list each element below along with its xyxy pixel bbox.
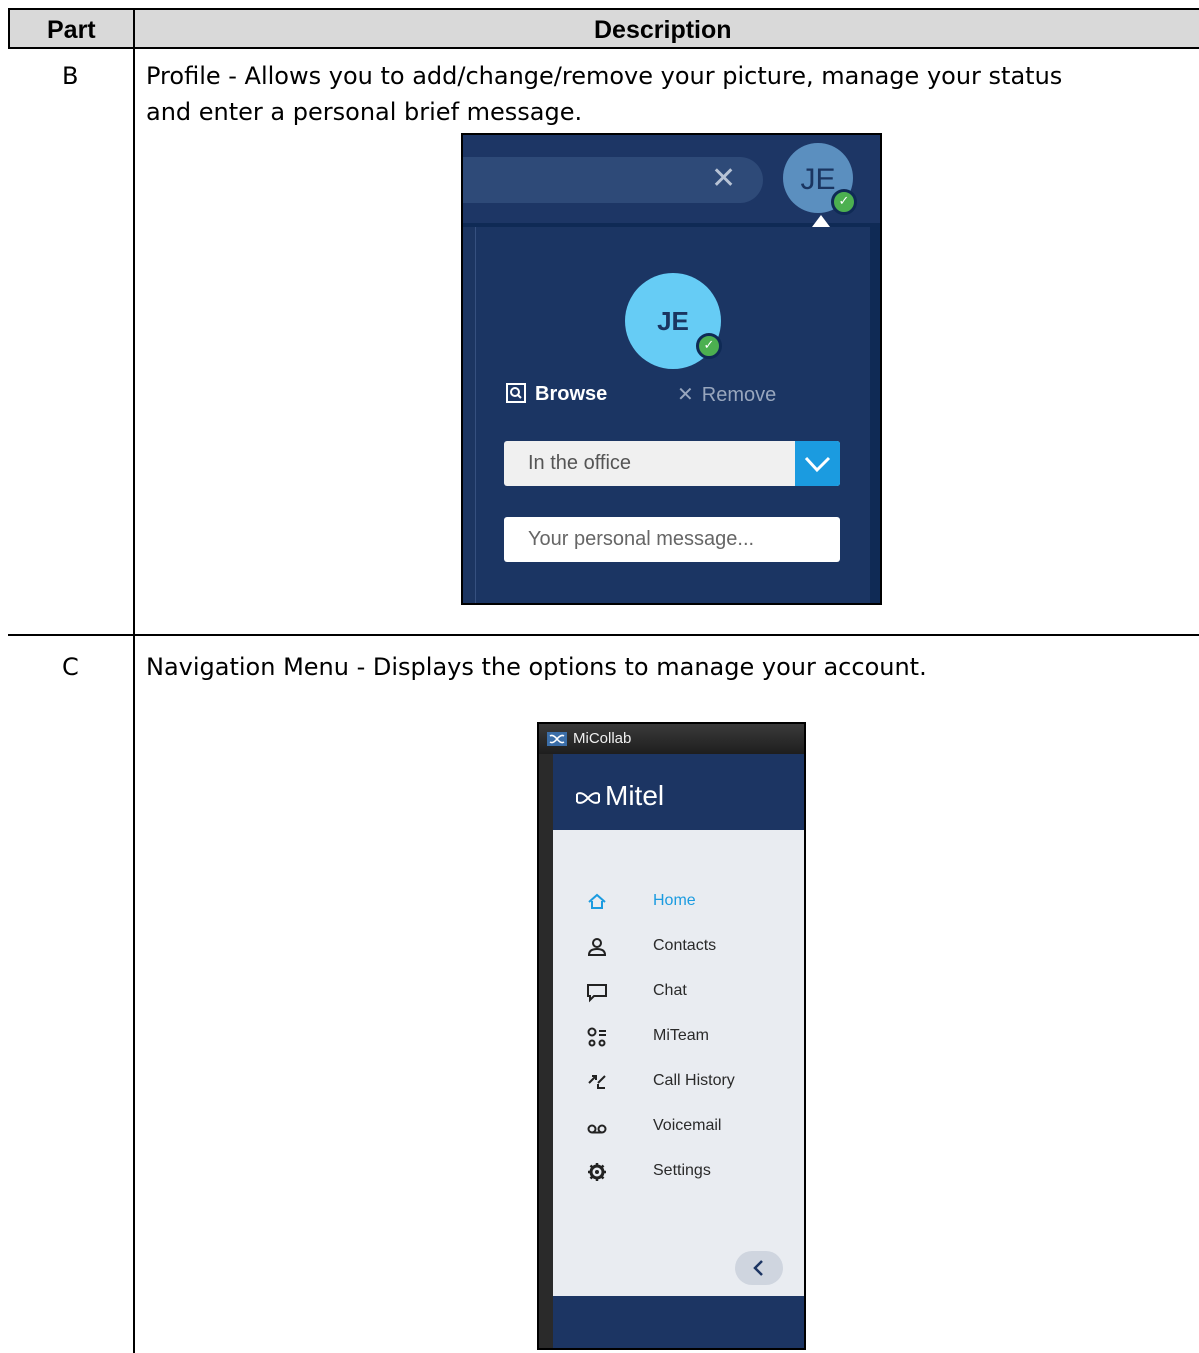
chat-icon <box>587 984 607 1003</box>
nav-item-label: Voicemail <box>653 1117 722 1134</box>
personal-message-input[interactable]: Your personal message... <box>504 517 840 562</box>
settings-icon <box>588 1163 606 1181</box>
logo-text: Mitel <box>605 780 665 811</box>
row-b-part: B <box>62 62 79 90</box>
status-select[interactable]: In the office <box>504 441 840 486</box>
window-titlebar: MiCollab <box>539 724 804 754</box>
table-border-left <box>8 8 10 48</box>
collapse-menu-button[interactable] <box>735 1251 783 1285</box>
nav-item-miteam[interactable]: MiTeam <box>553 1019 804 1059</box>
window-edge <box>539 754 553 1348</box>
browse-label: Browse <box>535 383 608 405</box>
avatar-initials: JE <box>800 163 836 196</box>
status-check-icon: ✓ <box>831 189 857 215</box>
nav-item-home[interactable]: Home <box>553 884 804 924</box>
nav-item-label: Call History <box>653 1072 735 1089</box>
personal-message-placeholder: Your personal message... <box>528 528 755 550</box>
header-part: Part <box>47 16 96 44</box>
profile-screenshot: ✕ JE ✓ JE ✓ Browse ✕ Remove In the office… <box>461 133 882 605</box>
table-border-row <box>8 634 1199 636</box>
voicemail-icon <box>587 1124 607 1134</box>
mitel-logo-icon <box>576 792 600 804</box>
call-history-icon <box>588 1075 606 1089</box>
micollab-logo-icon <box>547 732 567 746</box>
nav-item-voicemail[interactable]: Voicemail <box>553 1109 804 1149</box>
panel-caret <box>812 215 830 227</box>
mitel-logo: Mitel <box>575 780 664 812</box>
chevron-down-icon[interactable] <box>795 441 840 486</box>
nav-item-contacts[interactable]: Contacts <box>553 929 804 969</box>
navigation-menu: Mitel Home Contacts Chat MiTeam Call His… <box>553 754 804 1348</box>
remove-label: Remove <box>701 384 777 406</box>
nav-item-chat[interactable]: Chat <box>553 974 804 1014</box>
status-select-value: In the office <box>528 452 632 474</box>
row-b-description-line1: Profile - Allows you to add/change/remov… <box>146 62 1063 90</box>
nav-item-label: Contacts <box>653 937 717 954</box>
nav-item-label: Home <box>653 892 696 909</box>
row-c-description-line1: Navigation Menu - Displays the options t… <box>146 653 927 681</box>
app-header: Mitel <box>553 754 804 830</box>
clear-search-icon[interactable]: ✕ <box>711 161 736 196</box>
background-strip <box>463 227 475 603</box>
navigation-screenshot: MiCollab Mitel Home Contacts Chat MiTeam… <box>537 722 806 1350</box>
table-border-header <box>8 47 1199 49</box>
contacts-icon <box>587 938 607 956</box>
nav-item-call-history[interactable]: Call History <box>553 1064 804 1104</box>
header-description: Description <box>594 16 732 44</box>
miteam-icon <box>587 1027 606 1047</box>
nav-item-label: Settings <box>653 1162 711 1179</box>
nav-item-settings[interactable]: Settings <box>553 1154 804 1194</box>
row-b-description-line2: and enter a personal brief message. <box>146 98 583 126</box>
nav-item-label: Chat <box>653 982 687 999</box>
table-column-divider <box>133 8 135 1353</box>
chevron-left-icon <box>753 1260 763 1276</box>
remove-button[interactable]: ✕ Remove <box>677 382 776 407</box>
table-border-top <box>8 8 1199 10</box>
browse-icon <box>506 383 526 403</box>
remove-icon: ✕ <box>677 384 694 406</box>
profile-avatar-initials: JE <box>657 306 689 336</box>
app-footer <box>553 1296 804 1348</box>
nav-item-label: MiTeam <box>653 1027 710 1044</box>
browse-button[interactable]: Browse <box>505 382 607 406</box>
profile-status-check-icon: ✓ <box>696 333 722 359</box>
row-c-part: C <box>62 653 79 681</box>
home-icon <box>588 893 606 909</box>
window-title: MiCollab <box>573 730 632 747</box>
